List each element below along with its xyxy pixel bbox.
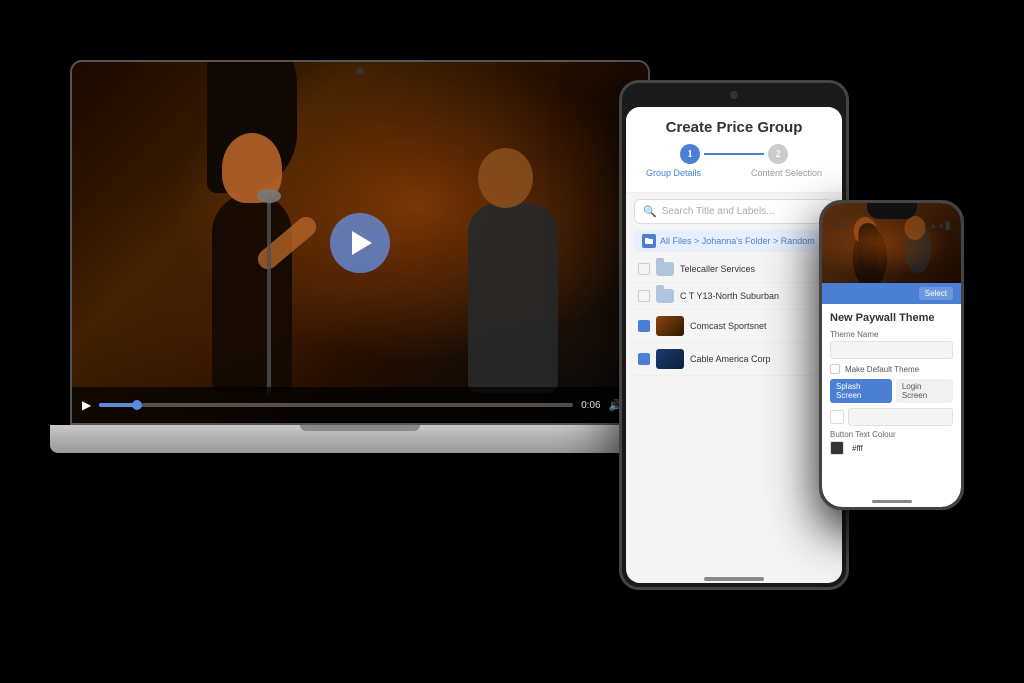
step-indicator: 1 2 [636,136,832,168]
breadcrumb[interactable]: All Files > Johanna's Folder > Random [634,230,834,252]
phone-home-indicator [872,500,912,503]
phone-default-theme-row[interactable]: Make Default Theme [830,364,953,374]
file-checkbox-4[interactable] [638,353,650,365]
file-checkbox-2[interactable] [638,290,650,302]
tablet-camera [730,91,738,99]
phone-text-colour-value: #fff [852,444,863,453]
search-icon: 🔍 [643,205,657,218]
laptop-device: ▶ 0:06 🔊 ⛶ [50,60,670,490]
play-pause-icon[interactable]: ▶ [82,398,91,413]
phone-button-text-colour-label: Button Text Colour [830,430,953,439]
progress-bar[interactable] [99,403,573,407]
file-row-1[interactable]: Telecaller Services [634,256,834,283]
breadcrumb-folder-icon [642,234,656,248]
phone-theme-name-input[interactable] [830,341,953,359]
singer-silhouette [192,113,352,393]
phone-time: 9:41 [832,223,846,230]
step-connector [704,153,764,155]
file-thumbnail-4 [656,349,684,369]
tablet-title: Create Price Group [636,119,832,136]
time-display: 0:06 [581,400,600,411]
phone-default-label: Make Default Theme [845,365,919,374]
phone-tab-login[interactable]: Login Screen [896,379,953,403]
tablet-device: Create Price Group 1 2 Group Details Con… [619,80,849,590]
phone-status-icons: ▲ ◈ ▊ [930,222,951,230]
phone-status-bar: 9:41 ▲ ◈ ▊ [822,219,961,233]
laptop-notch [300,425,420,431]
file-label-4: Cable America Corp [690,354,830,364]
video-controls[interactable]: ▶ 0:06 🔊 ⛶ [72,387,648,423]
play-icon [352,231,372,255]
step-labels: Group Details Content Selection [636,168,832,184]
file-label-3: Comcast Sportsnet [690,321,830,331]
singer-body [212,193,292,393]
phone-screen: 9:41 ▲ ◈ ▊ Select New Paywall [822,203,961,507]
folder-icon-1 [656,262,674,276]
file-list: Telecaller Services C T Y13-North Suburb… [626,252,842,380]
phone-theme-name-label: Theme Name [830,330,953,339]
step-2-label: Content Selection [751,168,822,178]
phone-default-checkbox[interactable] [830,364,840,374]
file-checkbox-3[interactable] [638,320,650,332]
phone-action-bar: Select [822,283,961,304]
file-row-4[interactable]: Cable America Corp [634,343,834,376]
folder-icon-2 [656,289,674,303]
phone-select-button[interactable]: Select [919,287,953,300]
phone-notch [867,203,917,219]
video-player[interactable]: ▶ 0:06 🔊 ⛶ [72,62,648,423]
breadcrumb-text: All Files > Johanna's Folder > Random [660,236,815,246]
phone-colour-input[interactable] [848,408,953,426]
progress-dot [132,400,142,410]
laptop-camera [356,67,364,75]
step-2-circle: 2 [768,144,788,164]
step-1-label: Group Details [646,168,701,178]
phone-button-text-colour-field[interactable]: #fff [830,441,953,455]
file-thumbnail-3 [656,316,684,336]
phone-tab-splash[interactable]: Splash Screen [830,379,892,403]
phone-form-title: New Paywall Theme [830,312,953,324]
play-button[interactable] [330,213,390,273]
file-label-1: Telecaller Services [680,264,830,274]
laptop-base [50,425,670,453]
file-row-3[interactable]: Comcast Sportsnet [634,310,834,343]
tablet-search-box[interactable]: 🔍 Search Title and Labels... [634,199,834,224]
phone-text-colour-swatch[interactable] [830,441,844,455]
phone-button-colour-field[interactable] [830,408,953,426]
tablet-home-indicator [704,577,764,581]
file-label-2: C T Y13-North Suburban [680,291,830,301]
phone-form: New Paywall Theme Theme Name Make Defaul… [822,304,961,463]
guitarist-silhouette [448,133,588,393]
step-1-circle: 1 [680,144,700,164]
search-placeholder: Search Title and Labels... [662,206,775,217]
file-checkbox-1[interactable] [638,263,650,275]
laptop-screen: ▶ 0:06 🔊 ⛶ [70,60,650,425]
tablet-screen: Create Price Group 1 2 Group Details Con… [626,107,842,583]
phone-device: 9:41 ▲ ◈ ▊ Select New Paywall [819,200,964,510]
microphone-stand [267,193,271,393]
file-row-2[interactable]: C T Y13-North Suburban [634,283,834,310]
tablet-header: Create Price Group 1 2 Group Details Con… [626,107,842,193]
microphone-head [257,189,281,203]
phone-colour-swatch[interactable] [830,410,844,424]
main-scene: ▶ 0:06 🔊 ⛶ Create Price Group [0,0,1024,683]
guitarist-head [478,148,533,208]
guitarist-body [468,203,558,393]
phone-tabs: Splash Screen Login Screen [830,379,953,403]
